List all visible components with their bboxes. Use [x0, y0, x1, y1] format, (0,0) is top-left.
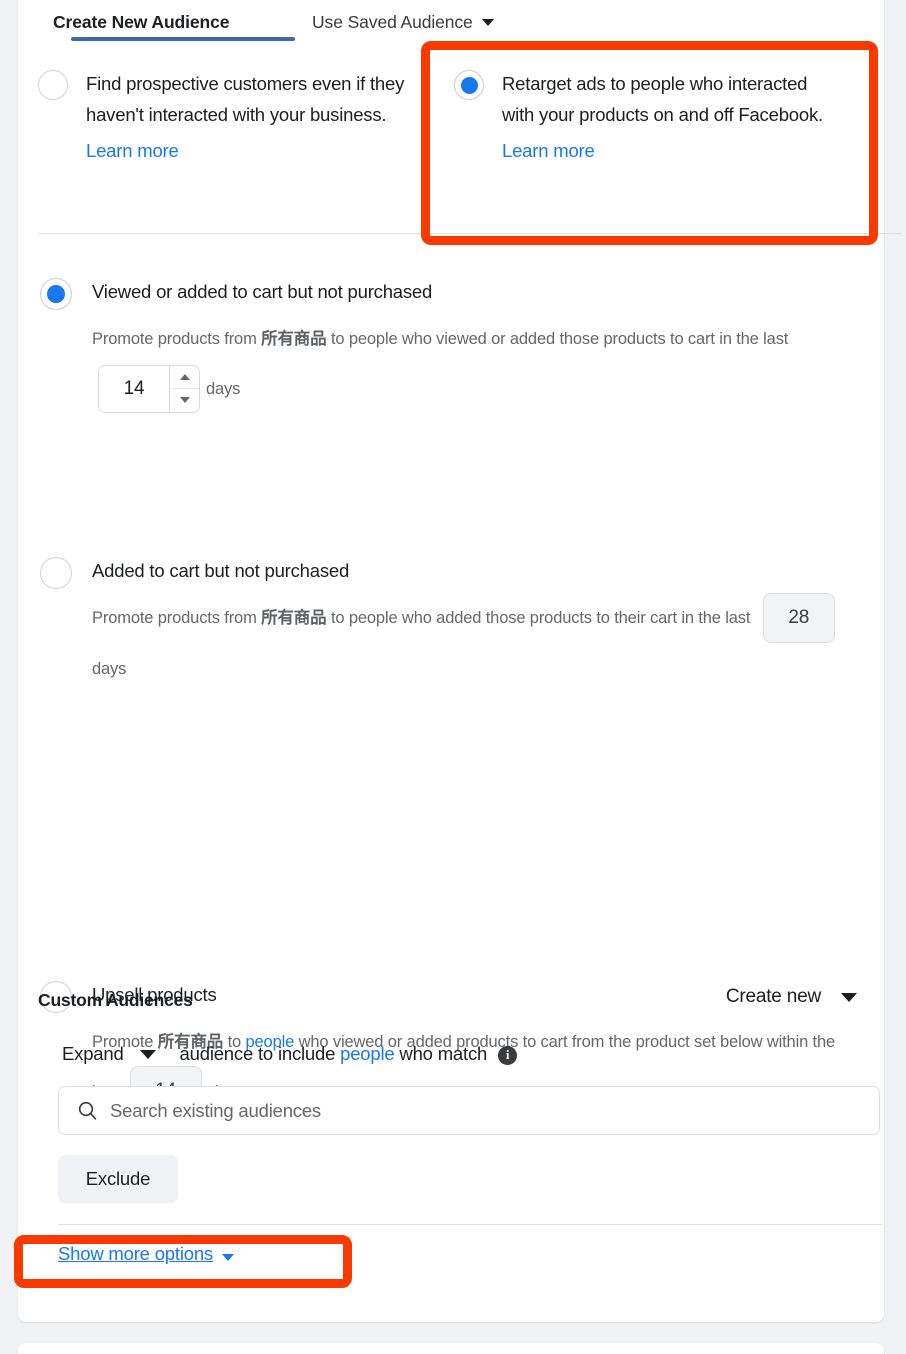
page-root: Create New Audience Use Saved Audience F… — [0, 0, 906, 1354]
days-stepper-buttons — [169, 365, 199, 412]
product-set-name: 所有商品 — [261, 330, 327, 348]
days-unit-label: days — [92, 659, 127, 678]
audience-type-options: Find prospective customers even if they … — [18, 42, 884, 227]
choice-added-to-cart-desc: Promote products from 所有商品 to people who… — [92, 592, 852, 694]
chevron-down-icon — [221, 1253, 234, 1261]
learn-more-link-prospecting[interactable]: Learn more — [86, 140, 179, 162]
expand-text-a: audience to include — [179, 1043, 341, 1064]
tab-create-new-audience-label: Create New Audience — [53, 11, 230, 32]
divider-top — [38, 233, 902, 234]
create-new-audience-dropdown[interactable]: Create new — [726, 986, 857, 1008]
chevron-down-icon — [481, 18, 494, 26]
audience-type-retargeting-body: Retarget ads to people who interacted wi… — [502, 68, 842, 227]
radio-added-to-cart[interactable] — [40, 557, 72, 589]
choice-viewed-or-added-to-cart-desc: Promote products from 所有商品 to people who… — [92, 314, 852, 414]
audience-type-prospecting[interactable]: Find prospective customers even if they … — [38, 42, 438, 227]
desc-text: to people who added those products to th… — [326, 609, 755, 627]
show-more-options-label: Show more options — [58, 1243, 213, 1264]
days-value: 14 — [123, 377, 145, 399]
choice-viewed-or-added-to-cart-title: Viewed or added to cart but not purchase… — [92, 281, 433, 302]
audience-type-retargeting-text: Retarget ads to people who interacted wi… — [502, 73, 823, 125]
radio-prospecting[interactable] — [38, 70, 68, 100]
search-audiences-placeholder: Search existing audiences — [110, 1099, 321, 1121]
people-link[interactable]: people — [340, 1043, 395, 1064]
tab-use-saved-audience-label: Use Saved Audience — [312, 11, 473, 32]
expand-label: Expand — [62, 1043, 124, 1064]
choice-added-to-cart-title: Added to cart but not purchased — [92, 560, 350, 581]
audience-type-prospecting-body: Find prospective customers even if they … — [86, 68, 426, 227]
choice-viewed-or-added-to-cart[interactable]: Viewed or added to cart but not purchase… — [18, 275, 884, 414]
audience-type-retargeting[interactable]: Retarget ads to people who interacted wi… — [454, 42, 854, 227]
choice-upsell-products-title: Upsell products — [92, 983, 217, 1005]
expand-text-b: who match — [394, 1043, 488, 1064]
search-icon — [77, 1100, 98, 1121]
choice-cross-sell-products[interactable]: Cross-sell products Promote 所有商品 to peop… — [18, 1113, 884, 1354]
caret-up-icon — [179, 373, 190, 380]
desc-text: to people who viewed or added those prod… — [326, 330, 789, 348]
choice-cross-sell-products-title: Cross-sell products — [92, 1113, 884, 1354]
days-input-added-to-cart[interactable]: 28 — [762, 592, 835, 643]
next-section-card — [18, 1343, 884, 1354]
product-set-name: 所有商品 — [261, 609, 327, 627]
audience-card: Create New Audience Use Saved Audience F… — [18, 0, 902, 1322]
custom-audiences-header: Custom Audiences Create new — [18, 986, 884, 1026]
stepper-increment-button[interactable] — [170, 366, 199, 389]
radio-retargeting[interactable] — [454, 70, 484, 100]
desc-text: Promote products from — [92, 330, 262, 348]
tab-use-saved-audience[interactable]: Use Saved Audience — [312, 0, 494, 44]
custom-audiences-expand-row: Expand audience to include people who ma… — [18, 1037, 884, 1071]
radio-viewed-or-added-to-cart[interactable] — [40, 278, 72, 310]
expand-dropdown[interactable]: Expand — [62, 1043, 156, 1065]
learn-more-link-retargeting[interactable]: Learn more — [502, 140, 595, 162]
exclude-button[interactable]: Exclude — [58, 1155, 178, 1203]
stepper-decrement-button[interactable] — [170, 388, 199, 412]
days-stepper-viewed-or-added[interactable]: 14 — [98, 364, 200, 413]
show-more-options-link[interactable]: Show more options — [58, 1243, 234, 1265]
desc-text: Promote products from — [92, 609, 262, 627]
chevron-down-icon — [139, 1049, 156, 1059]
expand-description: audience to include people who match i — [180, 1043, 518, 1065]
audience-type-prospecting-text: Find prospective customers even if they … — [86, 73, 405, 125]
info-icon[interactable]: i — [498, 1045, 518, 1065]
active-tab-underline — [71, 37, 295, 41]
choice-added-to-cart[interactable]: Added to cart but not purchased Promote … — [18, 410, 884, 694]
days-unit-label: days — [206, 380, 241, 398]
search-audiences-input[interactable]: Search existing audiences — [58, 1086, 880, 1135]
caret-down-icon — [179, 397, 190, 404]
custom-audiences-title: Custom Audiences — [38, 990, 193, 1010]
chevron-down-icon — [841, 992, 857, 1002]
divider-bottom — [58, 1224, 882, 1225]
create-new-label: Create new — [725, 986, 821, 1007]
